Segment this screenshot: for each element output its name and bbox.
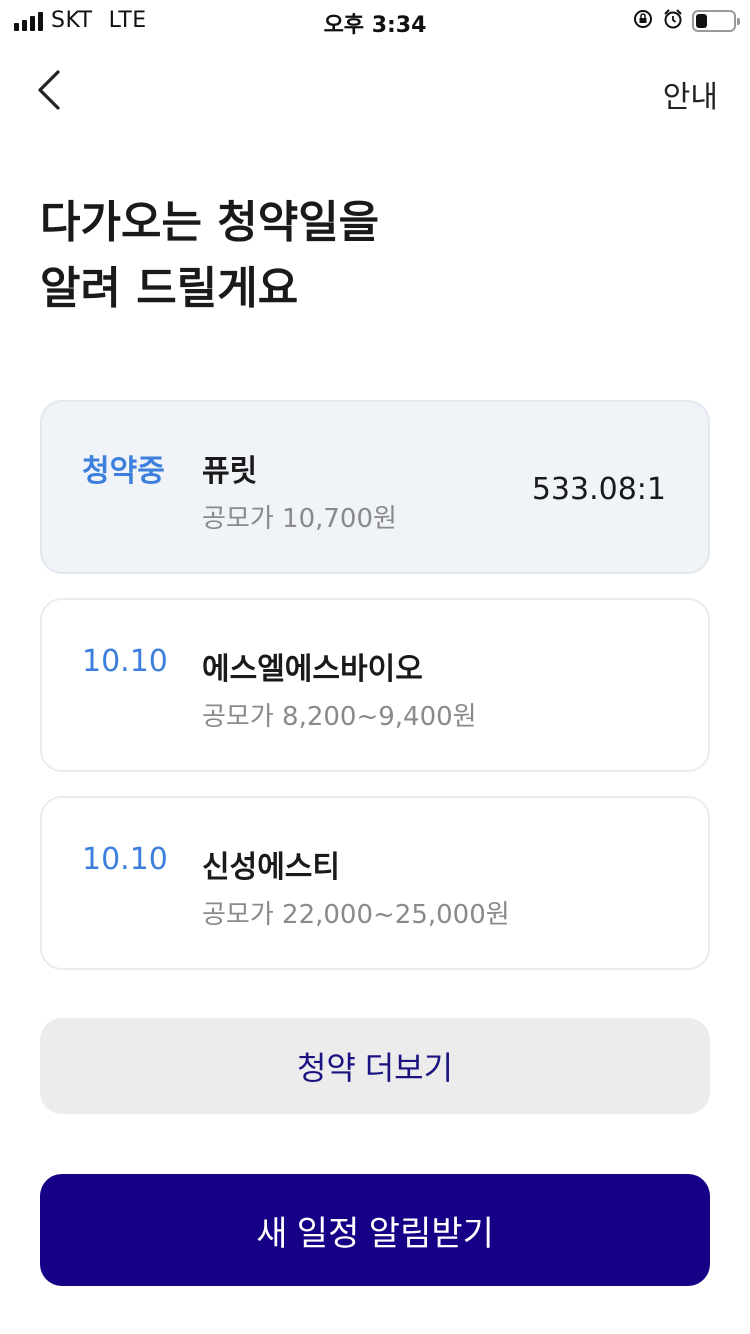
status-bar: SKT LTE 오후 3:34	[0, 0, 750, 40]
company-name: 에스엘에스바이오	[202, 652, 423, 687]
page-title-line2: 알려 드릴게요	[40, 263, 299, 314]
subscription-status-badge: 청약중	[82, 454, 165, 489]
subscription-date: 10.10	[82, 644, 168, 679]
company-name: 신성에스티	[202, 850, 340, 885]
offer-price: 공모가 10,700원	[202, 504, 397, 534]
competition-rate: 533.08:1	[531, 472, 666, 507]
ipo-card-0[interactable]: 청약중 퓨릿 공모가 10,700원 533.08:1	[40, 400, 710, 574]
offer-price: 공모가 8,200~9,400원	[202, 702, 477, 732]
subscription-date: 10.10	[82, 842, 168, 877]
battery-level	[696, 14, 707, 28]
more-subscriptions-button[interactable]: 청약 더보기	[40, 1018, 710, 1114]
alarm-icon	[662, 8, 684, 34]
company-name: 퓨릿	[202, 454, 258, 489]
ipo-card-2[interactable]: 10.10 신성에스티 공모가 22,000~25,000원	[40, 796, 710, 970]
rotation-lock-icon	[632, 8, 654, 34]
offer-price: 공모가 22,000~25,000원	[202, 900, 510, 930]
nav-bar: 안내	[0, 60, 750, 120]
ipo-card-1[interactable]: 10.10 에스엘에스바이오 공모가 8,200~9,400원	[40, 598, 710, 772]
page-title: 다가오는 청약일을 알려 드릴게요	[40, 190, 379, 322]
battery-icon	[692, 10, 740, 32]
chevron-left-icon	[38, 70, 60, 110]
subscribe-alert-button[interactable]: 새 일정 알림받기	[40, 1174, 710, 1286]
back-button[interactable]	[30, 68, 70, 112]
page-title-line1: 다가오는 청약일을	[40, 197, 380, 248]
info-link[interactable]: 안내	[663, 72, 718, 116]
status-right	[632, 8, 740, 34]
